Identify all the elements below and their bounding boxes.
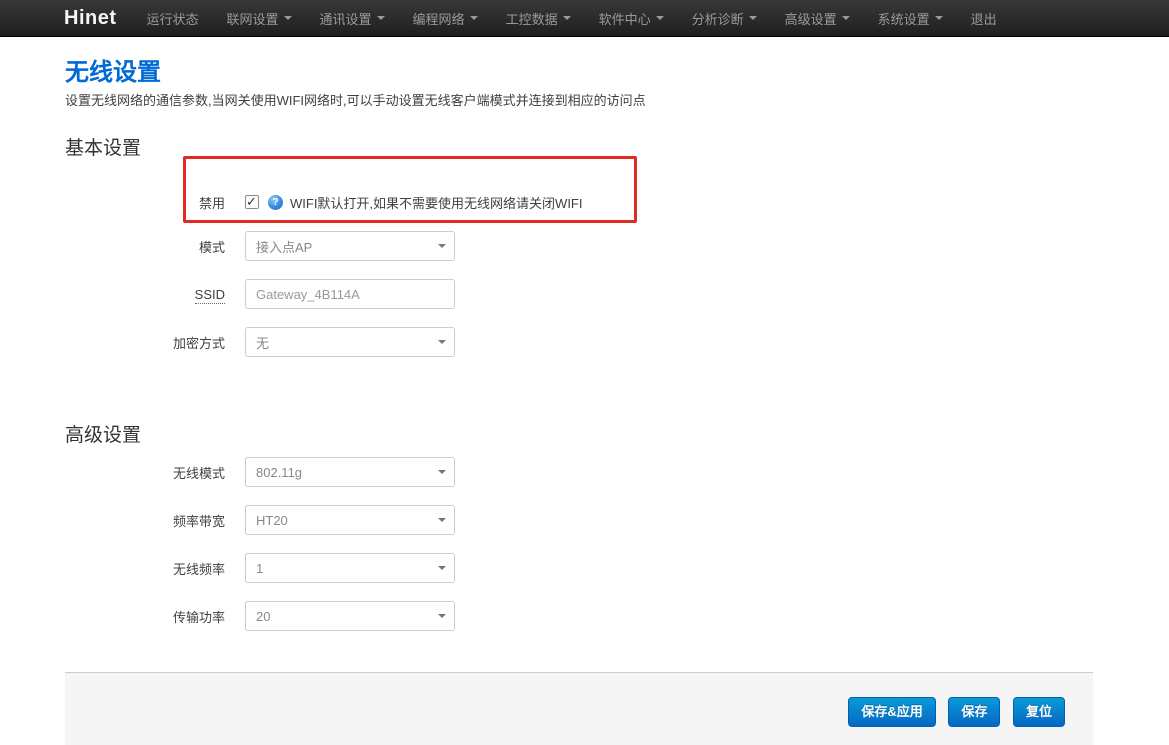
nav-item-system-settings[interactable]: 系统设置 xyxy=(864,0,957,36)
nav-item-comm-settings[interactable]: 通讯设置 xyxy=(306,0,399,36)
chevron-down-icon xyxy=(563,16,571,24)
page-content: 无线设置 设置无线网络的通信参数,当网关使用WIFI网络时,可以手动设置无线客户… xyxy=(0,60,1169,631)
mode-select-value: 接入点AP xyxy=(256,237,438,256)
nav-item-analysis-diagnosis[interactable]: 分析诊断 xyxy=(678,0,771,36)
action-footer: 保存&应用 保存 复位 xyxy=(65,672,1093,745)
wireless-mode-select[interactable]: 802.11g xyxy=(245,457,455,487)
bandwidth-select[interactable]: HT20 xyxy=(245,505,455,535)
ssid-label: SSID xyxy=(65,287,245,302)
form-row-wireless-mode: 无线模式 802.11g xyxy=(65,457,1169,487)
chevron-down-icon xyxy=(438,614,446,622)
mode-label: 模式 xyxy=(65,237,245,256)
nav-menu: 运行状态 联网设置 通讯设置 编程网络 工控数据 软件中心 分析诊断 高级设置 … xyxy=(133,0,1011,36)
chevron-down-icon xyxy=(935,16,943,24)
section-heading-advanced: 高级设置 xyxy=(65,425,1169,446)
channel-label: 无线频率 xyxy=(65,559,245,578)
page-title: 无线设置 xyxy=(65,60,1169,86)
section-heading-basic: 基本设置 xyxy=(65,138,1169,159)
chevron-down-icon xyxy=(842,16,850,24)
disable-label: 禁用 xyxy=(65,193,245,212)
wireless-mode-select-value: 802.11g xyxy=(256,465,438,480)
chevron-down-icon xyxy=(656,16,664,24)
tx-power-select[interactable]: 20 xyxy=(245,601,455,631)
save-apply-button[interactable]: 保存&应用 xyxy=(848,697,935,727)
mode-select[interactable]: 接入点AP xyxy=(245,231,455,261)
form-row-mode: 模式 接入点AP xyxy=(65,231,1169,261)
help-icon: ? xyxy=(268,195,283,210)
chevron-down-icon xyxy=(470,16,478,24)
disable-help-text: WIFI默认打开,如果不需要使用无线网络请关闭WIFI xyxy=(290,193,582,212)
tx-power-label: 传输功率 xyxy=(65,607,245,626)
channel-select[interactable]: 1 xyxy=(245,553,455,583)
nav-item-running-status[interactable]: 运行状态 xyxy=(133,0,213,36)
chevron-down-icon xyxy=(438,518,446,526)
nav-item-logout[interactable]: 退出 xyxy=(957,0,1011,36)
disable-checkbox[interactable] xyxy=(245,195,259,209)
nav-item-network-settings[interactable]: 联网设置 xyxy=(213,0,306,36)
reset-button[interactable]: 复位 xyxy=(1013,697,1065,727)
tx-power-select-value: 20 xyxy=(256,609,438,624)
save-button[interactable]: 保存 xyxy=(948,697,1000,727)
bandwidth-select-value: HT20 xyxy=(256,513,438,528)
chevron-down-icon xyxy=(749,16,757,24)
bandwidth-label: 频率带宽 xyxy=(65,511,245,530)
nav-item-industrial-data[interactable]: 工控数据 xyxy=(492,0,585,36)
wireless-mode-label: 无线模式 xyxy=(65,463,245,482)
form-row-channel: 无线频率 1 xyxy=(65,553,1169,583)
ssid-input[interactable] xyxy=(245,279,455,309)
encryption-select-value: 无 xyxy=(256,333,438,352)
chevron-down-icon xyxy=(438,470,446,478)
brand-logo[interactable]: Hinet xyxy=(64,7,117,30)
form-row-disable: 禁用 ? WIFI默认打开,如果不需要使用无线网络请关闭WIFI xyxy=(65,192,1169,212)
form-row-encryption: 加密方式 无 xyxy=(65,327,1169,357)
nav-item-programming-network[interactable]: 编程网络 xyxy=(399,0,492,36)
chevron-down-icon xyxy=(438,566,446,574)
nav-item-advanced-settings[interactable]: 高级设置 xyxy=(771,0,864,36)
form-row-tx-power: 传输功率 20 xyxy=(65,601,1169,631)
encryption-select[interactable]: 无 xyxy=(245,327,455,357)
encryption-label: 加密方式 xyxy=(65,333,245,352)
form-row-bandwidth: 频率带宽 HT20 xyxy=(65,505,1169,535)
chevron-down-icon xyxy=(438,340,446,348)
nav-item-software-center[interactable]: 软件中心 xyxy=(585,0,678,36)
form-row-ssid: SSID xyxy=(65,279,1169,309)
chevron-down-icon xyxy=(438,244,446,252)
top-navbar: Hinet 运行状态 联网设置 通讯设置 编程网络 工控数据 软件中心 分析诊断… xyxy=(0,0,1169,37)
page-subtitle: 设置无线网络的通信参数,当网关使用WIFI网络时,可以手动设置无线客户端模式并连… xyxy=(65,93,1169,108)
chevron-down-icon xyxy=(377,16,385,24)
chevron-down-icon xyxy=(284,16,292,24)
channel-select-value: 1 xyxy=(256,561,438,576)
